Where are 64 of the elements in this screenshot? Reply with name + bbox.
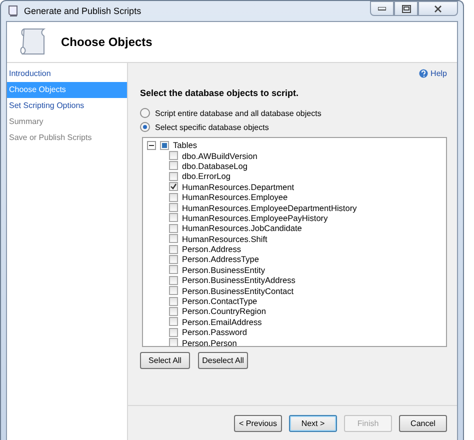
tree-button[interactable]: Deselect All [198,352,248,369]
checkbox[interactable] [169,317,178,326]
close-button[interactable] [418,1,458,16]
tree-button[interactable]: Select All [140,352,190,369]
tree-node-label: Person.Address [182,244,242,254]
minimize-button[interactable] [370,1,394,16]
page-title: Choose Objects [61,35,152,49]
checkbox[interactable] [160,140,169,150]
checkbox[interactable] [169,151,178,160]
sidebar-item[interactable]: Introduction [7,66,127,82]
tree-node-label: dbo.DatabaseLog [182,160,248,171]
radio-button[interactable] [140,108,150,118]
tree-node-label: HumanResources.Shift [182,234,268,244]
radio-label: Select specific database objects [155,122,269,132]
tree-node-label: HumanResources.Department [182,182,294,192]
checkbox[interactable] [169,276,178,285]
tree-node-label: HumanResources.EmployeeDepartmentHistory [182,202,357,213]
maximize-button[interactable] [394,1,418,16]
tree-node-label: HumanResources.Employee [182,192,288,202]
checkbox[interactable] [169,192,178,202]
checkbox[interactable] [169,161,178,170]
tree-node-label: Person.BusinessEntityAddress [182,275,296,286]
tree-node-label: Person.BusinessEntityContact [182,286,294,296]
checkbox[interactable] [169,328,178,337]
checkbox[interactable] [169,172,178,181]
checkbox[interactable] [169,213,178,222]
tree-node-label: Person.Person [182,338,237,346]
checkbox[interactable] [169,296,178,306]
checkbox[interactable] [169,224,178,233]
tree-node-label: dbo.AWBuildVersion [182,150,258,161]
instruction-text: Select the database objects to script. [140,88,300,98]
checkbox[interactable] [169,244,178,254]
tree-node-label: dbo.ErrorLog [182,171,230,182]
checkbox[interactable] [169,306,178,316]
tree-node-label: Person.ContactType [182,296,258,306]
checkbox[interactable] [169,286,178,296]
sidebar-item[interactable]: Set Scripting Options [7,98,127,114]
checkbox[interactable] [169,338,178,346]
collapse-toggle[interactable] [147,140,156,150]
checkbox[interactable] [169,203,178,212]
window-title: Generate and Publish Scripts [24,6,142,16]
radio-button[interactable] [140,122,150,132]
tree-node-label: Person.EmailAddress [182,316,262,327]
footer-button[interactable]: Cancel [399,414,447,432]
radio-label: Script entire database and all database objects [155,108,322,118]
close-icon [434,4,442,12]
tree-node-label: Person.Password [182,327,248,338]
help-icon [418,69,428,78]
minus-icon [149,142,154,148]
tree-node-label: Tables [173,140,197,150]
tree-node-label: Person.BusinessEntity [182,264,266,275]
tree-node-label: HumanResources.EmployeePayHistory [182,212,328,223]
footer-button[interactable]: Next > [289,414,337,432]
checkbox[interactable] [169,182,178,192]
minimize-icon [378,6,386,10]
maximize-icon [402,4,410,12]
footer-button[interactable]: < Previous [234,414,282,432]
tree-node-label: HumanResources.JobCandidate [182,223,302,234]
checkbox[interactable] [169,254,178,264]
tree-node-label: Person.AddressType [182,254,260,264]
tree-node-label: Person.CountryRegion [182,306,266,316]
checkbox[interactable] [169,234,178,244]
checkbox[interactable] [169,265,178,274]
help-link[interactable]: Help [430,69,447,78]
